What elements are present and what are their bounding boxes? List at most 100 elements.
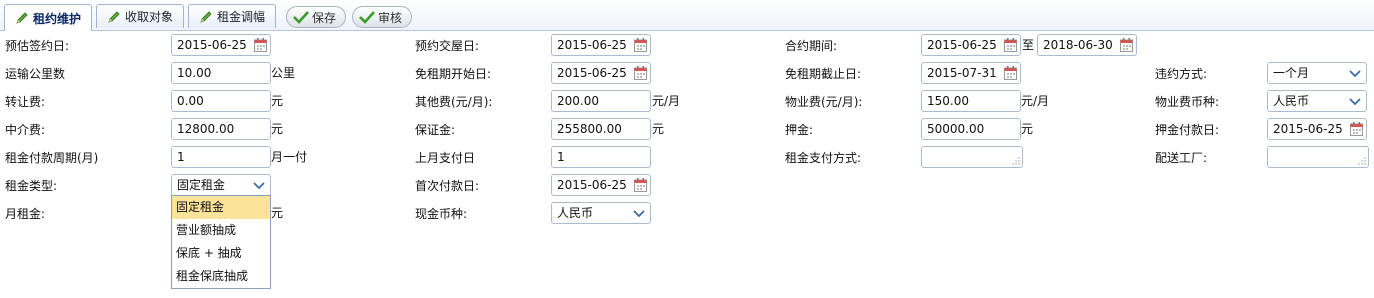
pencil-icon xyxy=(16,12,28,24)
agency-fee-label: 中介费: xyxy=(5,123,46,137)
agency-fee-field[interactable]: 12800.00 xyxy=(171,118,271,140)
other-fee-value: 200.00 xyxy=(557,94,599,108)
free-end-label: 免租期截止日: xyxy=(785,67,862,81)
last-month-pay-field[interactable]: 1 xyxy=(551,146,651,168)
toolbar: 租约维护 收取对象 租金调幅 保存 审核 xyxy=(0,0,1374,31)
save-label: 保存 xyxy=(312,10,337,25)
first-pay-date-field[interactable]: 2015-06-25 xyxy=(551,174,651,196)
dropdown-option[interactable]: 营业额抽成 xyxy=(172,219,270,242)
rent-pay-method-label: 租金支付方式: xyxy=(785,151,862,165)
transport-km-field[interactable]: 10.00 xyxy=(171,62,271,84)
contract-period-separator: 至 xyxy=(1022,38,1035,52)
breach-method-label: 违约方式: xyxy=(1155,67,1208,81)
transfer-fee-field[interactable]: 0.00 xyxy=(171,90,271,112)
rent-type-value: 固定租金 xyxy=(177,178,226,192)
breach-method-select[interactable]: 一个月 xyxy=(1267,62,1367,84)
property-fee-field[interactable]: 150.00 xyxy=(921,90,1021,112)
chevron-down-icon xyxy=(633,210,645,218)
audit-button[interactable]: 审核 xyxy=(352,6,412,28)
first-pay-date-label: 首次付款日: xyxy=(415,179,480,193)
rent-type-label: 租金类型: xyxy=(5,179,58,193)
resize-grip-icon[interactable] xyxy=(1358,157,1366,165)
deposit-pay-date-field[interactable]: 2015-06-25 xyxy=(1267,118,1367,140)
contract-start-field[interactable]: 2015-06-25 xyxy=(921,34,1021,56)
calendar-icon[interactable] xyxy=(1120,38,1133,52)
tab-label: 租约维护 xyxy=(33,11,82,26)
rent-cycle-value: 1 xyxy=(177,150,185,164)
deposit-bond-field[interactable]: 255800.00 xyxy=(551,118,651,140)
resize-grip-icon[interactable] xyxy=(1012,157,1020,165)
last-month-pay-value: 1 xyxy=(557,150,565,164)
rent-cycle-field[interactable]: 1 xyxy=(171,146,271,168)
tab-label: 收取对象 xyxy=(125,10,174,24)
calendar-icon[interactable] xyxy=(254,38,267,52)
tab-collect-target[interactable]: 收取对象 xyxy=(96,4,184,28)
first-pay-date-value: 2015-06-25 xyxy=(557,178,627,192)
other-fee-unit: 元/月 xyxy=(652,94,681,108)
free-end-value: 2015-07-31 xyxy=(927,66,997,80)
deposit-value: 50000.00 xyxy=(927,122,985,136)
rent-type-dropdown: 固定租金 营业额抽成 保底 + 抽成 租金保底抽成 xyxy=(171,195,271,289)
est-sign-date-field[interactable]: 2015-06-25 xyxy=(171,34,271,56)
property-fee-label: 物业费(元/月): xyxy=(785,95,863,109)
tab-label: 租金调幅 xyxy=(217,10,266,24)
calendar-icon[interactable] xyxy=(634,38,647,52)
delivery-factory-field[interactable] xyxy=(1267,146,1369,168)
chevron-down-icon xyxy=(253,182,265,190)
pencil-icon xyxy=(200,10,212,23)
tab-rent-adjust[interactable]: 租金调幅 xyxy=(188,4,276,28)
other-fee-field[interactable]: 200.00 xyxy=(551,90,651,112)
rent-type-select[interactable]: 固定租金 xyxy=(171,174,271,196)
breach-method-value: 一个月 xyxy=(1273,66,1310,80)
free-start-field[interactable]: 2015-06-25 xyxy=(551,62,651,84)
dropdown-option[interactable]: 租金保底抽成 xyxy=(172,265,270,288)
monthly-rent-label: 月租金: xyxy=(5,207,46,221)
agency-fee-value: 12800.00 xyxy=(177,122,235,136)
deposit-field[interactable]: 50000.00 xyxy=(921,118,1021,140)
property-currency-select[interactable]: 人民币 xyxy=(1267,90,1367,112)
calendar-icon[interactable] xyxy=(1004,38,1017,52)
property-currency-value: 人民币 xyxy=(1273,94,1310,108)
est-sign-date-label: 预估签约日: xyxy=(5,39,70,53)
contract-end-field[interactable]: 2018-06-30 xyxy=(1037,34,1137,56)
est-sign-date-value: 2015-06-25 xyxy=(177,38,247,52)
transfer-fee-value: 0.00 xyxy=(177,94,204,108)
free-start-label: 免租期开始日: xyxy=(415,67,492,81)
dropdown-option[interactable]: 保底 + 抽成 xyxy=(172,242,270,265)
free-end-field[interactable]: 2015-07-31 xyxy=(921,62,1021,84)
deposit-bond-unit: 元 xyxy=(652,122,665,136)
contract-end-value: 2018-06-30 xyxy=(1043,38,1113,52)
transport-km-unit: 公里 xyxy=(271,66,296,80)
cash-currency-value: 人民币 xyxy=(557,206,594,220)
deposit-pay-date-label: 押金付款日: xyxy=(1155,123,1220,137)
rent-cycle-unit: 月一付 xyxy=(271,150,308,164)
dropdown-option[interactable]: 固定租金 xyxy=(172,196,270,219)
deposit-bond-label: 保证金: xyxy=(415,123,456,137)
cash-currency-label: 现金币种: xyxy=(415,207,468,221)
monthly-rent-unit: 元 xyxy=(271,206,284,220)
calendar-icon[interactable] xyxy=(634,178,647,192)
pencil-icon xyxy=(108,10,120,23)
handover-date-field[interactable]: 2015-06-25 xyxy=(551,34,651,56)
check-icon xyxy=(293,11,309,24)
contract-start-value: 2015-06-25 xyxy=(927,38,997,52)
other-fee-label: 其他费(元/月): xyxy=(415,95,493,109)
cash-currency-select[interactable]: 人民币 xyxy=(551,202,651,224)
calendar-icon[interactable] xyxy=(634,66,647,80)
deposit-pay-date-value: 2015-06-25 xyxy=(1273,122,1343,136)
rent-pay-method-field[interactable] xyxy=(921,146,1023,168)
audit-label: 审核 xyxy=(378,10,403,25)
contract-period-label: 合约期间: xyxy=(785,39,838,53)
deposit-label: 押金: xyxy=(785,123,814,137)
agency-fee-unit: 元 xyxy=(271,122,284,136)
handover-date-value: 2015-06-25 xyxy=(557,38,627,52)
calendar-icon[interactable] xyxy=(1350,122,1363,136)
transfer-fee-label: 转让费: xyxy=(5,95,46,109)
calendar-icon[interactable] xyxy=(1004,66,1017,80)
save-button[interactable]: 保存 xyxy=(286,6,346,28)
handover-date-label: 预约交屋日: xyxy=(415,39,480,53)
tab-lease-maintenance[interactable]: 租约维护 xyxy=(4,4,92,31)
deposit-bond-value: 255800.00 xyxy=(557,122,622,136)
delivery-factory-label: 配送工厂: xyxy=(1155,151,1208,165)
property-fee-value: 150.00 xyxy=(927,94,969,108)
